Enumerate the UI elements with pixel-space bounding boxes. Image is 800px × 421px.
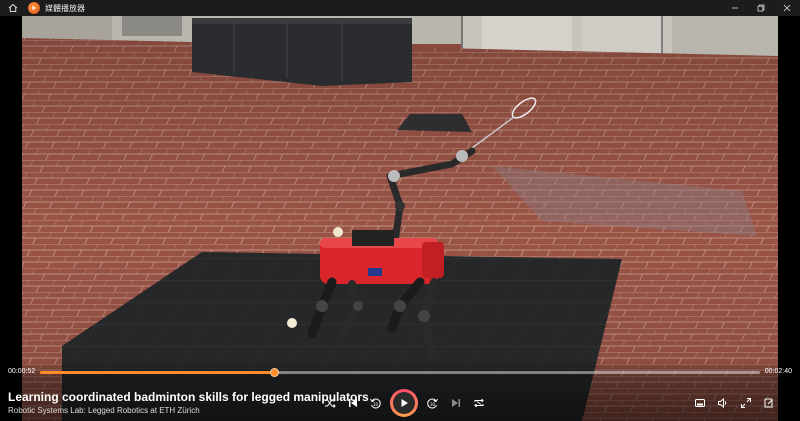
restore-icon	[757, 4, 765, 12]
rewind-button[interactable]: 10	[365, 392, 387, 414]
minimize-icon	[732, 7, 738, 9]
rewind-10-icon: 10	[370, 398, 381, 408]
shuffle-icon	[324, 398, 336, 408]
volume-icon	[718, 397, 727, 409]
close-icon	[783, 4, 791, 12]
playback-controls: 10 30	[318, 389, 490, 417]
repeat-icon	[473, 398, 484, 408]
next-icon	[451, 399, 460, 407]
play-icon	[401, 399, 408, 407]
svg-text:30: 30	[430, 402, 436, 407]
secondary-controls	[688, 392, 780, 414]
minimize-button[interactable]	[722, 0, 748, 16]
miniplayer-icon	[695, 399, 705, 407]
more-icon	[764, 398, 773, 408]
miniplayer-button[interactable]	[689, 392, 711, 414]
video-title: Learning coordinated badminton skills fo…	[8, 390, 369, 404]
shuffle-button[interactable]	[319, 392, 341, 414]
play-button[interactable]	[390, 389, 418, 417]
home-button[interactable]	[0, 0, 26, 16]
video-subtitle: Robotic Systems Lab: Legged Robotics at …	[8, 406, 200, 415]
home-icon	[8, 3, 18, 12]
restore-button[interactable]	[748, 0, 774, 16]
next-button[interactable]	[445, 392, 467, 414]
repeat-button[interactable]	[468, 392, 490, 414]
previous-button[interactable]	[342, 392, 364, 414]
seek-bar[interactable]	[40, 368, 760, 377]
seek-progress	[40, 371, 274, 374]
fullscreen-icon	[741, 398, 751, 408]
more-button[interactable]	[758, 392, 780, 414]
svg-text:10: 10	[373, 402, 379, 407]
volume-button[interactable]	[712, 392, 734, 414]
forward-button[interactable]: 30	[422, 392, 444, 414]
total-time: 00:02:40	[764, 368, 792, 375]
seek-thumb[interactable]	[270, 368, 279, 377]
fullscreen-button[interactable]	[735, 392, 757, 414]
current-time: 00:00:52	[8, 368, 36, 375]
window-title: 媒體播放器	[45, 3, 85, 13]
forward-30-icon: 30	[427, 398, 438, 408]
media-player-icon	[28, 2, 40, 14]
close-button[interactable]	[774, 0, 800, 16]
previous-icon	[348, 399, 357, 407]
title-bar: 媒體播放器	[0, 0, 800, 16]
